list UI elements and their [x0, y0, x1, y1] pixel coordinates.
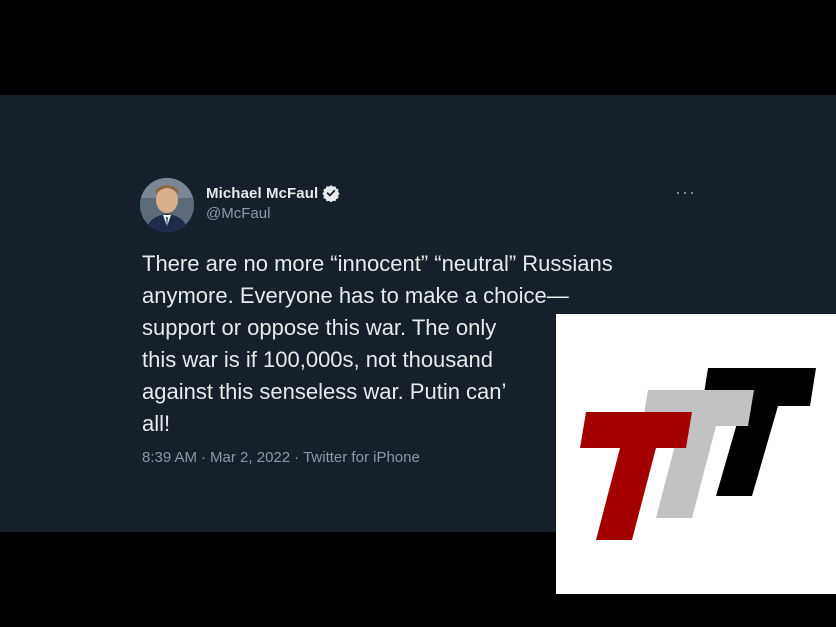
more-options-icon[interactable]: ··· — [675, 182, 696, 203]
logo-t-black — [702, 368, 816, 496]
meta-separator: · — [294, 449, 300, 466]
avatar[interactable] — [140, 178, 194, 232]
author-handle[interactable]: @McFaul — [206, 205, 270, 222]
tweet-meta: 8:39 AM · Mar 2, 2022 · Twitter for iPhone — [142, 449, 420, 466]
author-name[interactable]: Michael McFaul — [206, 185, 318, 202]
tweet-line: There are no more “innocent” “neutral” R… — [142, 251, 613, 276]
tweet-line: anymore. Everyone has to make a choice— — [142, 283, 569, 308]
ttt-logo — [556, 314, 836, 594]
meta-separator: · — [201, 449, 207, 466]
tweet-date[interactable]: Mar 2, 2022 — [210, 449, 290, 466]
tweet-time[interactable]: 8:39 AM — [142, 449, 197, 466]
author-row: Michael McFaul — [206, 183, 340, 203]
tweet-source[interactable]: Twitter for iPhone — [303, 449, 420, 466]
verified-icon — [322, 184, 340, 203]
